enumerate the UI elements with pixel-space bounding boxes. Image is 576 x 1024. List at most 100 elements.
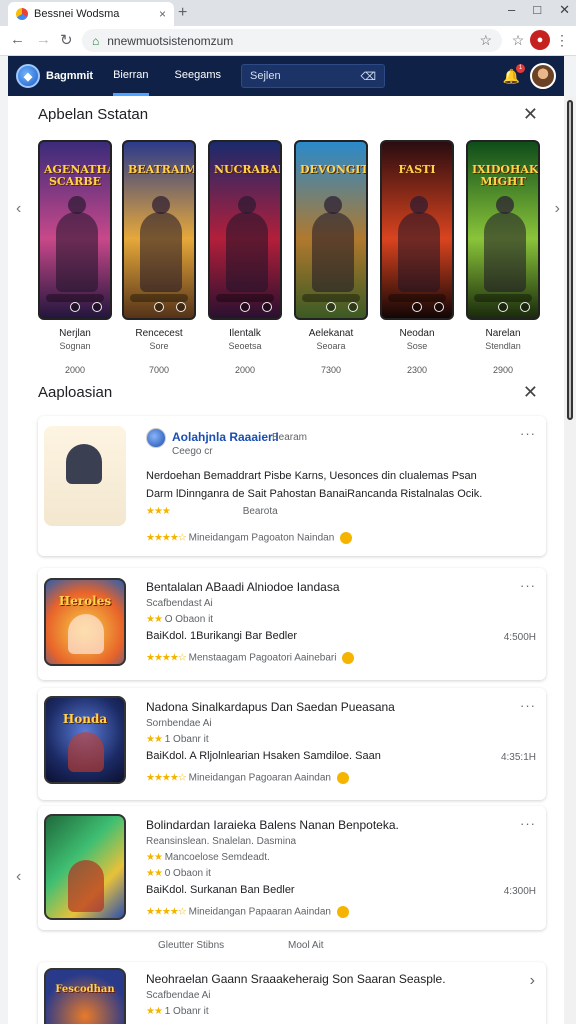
browser-window: Bessnei Wodsma × + – □ ✕ ← → ↻ ⌂ nnewmuo… [0,0,576,1024]
developer-icon [146,428,166,448]
app-thumbnail[interactable]: Heroles [44,578,126,666]
thumb-figure [68,732,104,772]
app-thumbnail[interactable]: Fescodhan [44,968,126,1024]
tab-close-icon[interactable]: × [159,7,166,21]
app-description: BaiKdol. Surkanan Ban Bedler [146,884,295,896]
list-item[interactable]: Heroles Bentalalan ABaadi Alniodoe Ianda… [38,568,546,680]
app-meta-2-text: 0 Obaon it [164,868,211,879]
app-title[interactable]: Neohraelan Gaann Sraaakeheraig Son Saara… [146,972,446,986]
home-icon[interactable]: ⌂ [92,34,99,48]
carousel-next-icon[interactable]: › [555,200,560,218]
brand-name[interactable]: Bagmmit [46,70,93,82]
app-meta-text: 1 Obanr it [164,1006,209,1017]
poster-icon [498,302,508,312]
site-logo-icon[interactable]: ◆ [16,64,40,88]
app-title[interactable]: Bolindardan Iaraieka Balens Nanan Benpot… [146,818,399,832]
chevron-right-icon[interactable]: › [530,972,536,990]
featured-close-icon[interactable]: ✕ [523,104,538,125]
list-item[interactable]: Aolahjnla Raaaier.I Bearam Ceego cr ··· … [38,416,546,556]
minimize-button[interactable]: – [508,2,515,18]
search-input[interactable]: Sejlen ⌫ [241,64,386,88]
back-icon[interactable]: ← [10,31,25,48]
like-icon[interactable] [336,906,349,918]
more-options-icon[interactable]: ··· [520,698,536,713]
app-thumbnail[interactable] [44,814,126,920]
extension-icon[interactable]: ● [530,30,550,50]
bookmark-icon[interactable]: ☆ [508,30,528,50]
thumb-title: Honda [62,712,108,726]
featured-poster[interactable]: AGENATHA SCARBE [38,140,112,320]
app-meta-text: 1 Obanr it [164,734,209,745]
scrollbar[interactable] [564,96,576,1024]
featured-card[interactable]: NUCRABAN Ilentalk Seoetsa 2000 [208,140,282,375]
footer-link-right[interactable]: Mool Ait [288,940,324,951]
poster-figure [226,196,268,292]
star-rating-icon: ★★★★☆ [146,906,187,918]
like-icon[interactable] [340,532,353,544]
poster-icon [520,302,530,312]
poster-title: BEATRAIMIN [128,163,196,176]
address-bar[interactable]: ⌂ nnewmuotsistenomzum ☆ [82,29,502,52]
app-meta: ★★ Mancoelose Semdeadt. [146,852,270,863]
notification-bell-icon[interactable]: 🔔 1 [503,63,525,85]
like-icon[interactable] [342,652,355,664]
list-item[interactable]: Honda Nadona Sinalkardapus Dan Saedan Pu… [38,688,546,800]
featured-poster[interactable]: DEVONGITNIR [294,140,368,320]
app-price: 4:500H [503,632,536,643]
carousel-prev-icon[interactable]: ‹ [16,200,21,218]
poster-bar [474,294,532,302]
list-prev-icon[interactable]: ‹ [16,868,21,886]
search-placeholder: Sejlen [250,70,281,82]
scrollbar-thumb[interactable] [567,100,573,420]
poster-icon [154,302,164,312]
url-text[interactable]: nnewmuotsistenomzum [107,34,479,48]
poster-figure [312,196,354,292]
review-text: Mineidangam Pagoaton Naindan [188,532,335,544]
user-avatar[interactable] [530,63,556,89]
footer-link-left[interactable]: Gleutter Stibns [158,940,224,951]
new-tab-button[interactable]: + [178,4,187,22]
app-title[interactable]: Aolahjnla Raaaier.I [172,430,279,444]
featured-card[interactable]: AGENATHA SCARBE Nerjlan Sognan 2000 [38,140,112,375]
like-icon[interactable] [336,772,349,784]
featured-sub: Sognan [59,341,91,351]
app-thumbnail[interactable]: Honda [44,696,126,784]
forward-icon[interactable]: → [36,31,51,48]
featured-card[interactable]: BEATRAIMIN Rencecest Sore 7000 [122,140,196,375]
maximize-button[interactable]: □ [533,2,541,18]
more-options-icon[interactable]: ··· [520,426,536,441]
bookmark-star-icon[interactable]: ☆ [479,32,492,49]
more-options-icon[interactable]: ··· [520,816,536,831]
thumb-title: Fescodhan [55,984,115,995]
featured-name: Neodan [399,328,435,339]
reload-icon[interactable]: ↻ [60,31,73,49]
nav-link-secondary[interactable]: Seegams [175,57,221,96]
window-close-button[interactable]: ✕ [559,2,570,18]
list-item[interactable]: Bolindardan Iaraieka Balens Nanan Benpot… [38,806,546,930]
rating-label: Bearota [242,506,278,517]
poster-bar [388,294,446,302]
rating-row: ★★★ Bearota [146,506,278,517]
featured-sub: Seoara [316,341,346,351]
featured-card[interactable]: IXIDOHAK MIGHT Narelan Stendlan 2900 [466,140,540,375]
list-item[interactable]: Fescodhan Neohraelan Gaann Sraaakeheraig… [38,962,546,1024]
featured-poster[interactable]: IXIDOHAK MIGHT [466,140,540,320]
featured-card[interactable]: FASTI Neodan Sose 2300 [380,140,454,375]
app-title[interactable]: Bentalalan ABaadi Alniodoe Iandasa [146,580,340,594]
poster-icon [434,302,444,312]
app-thumbnail[interactable] [44,426,126,526]
featured-count: 2000 [234,365,256,375]
poster-bar [46,294,104,302]
nav-link-primary[interactable]: Bierran [113,57,149,96]
featured-poster[interactable]: FASTI [380,140,454,320]
browser-tab[interactable]: Bessnei Wodsma × [8,2,174,26]
apps-close-icon[interactable]: ✕ [523,382,538,403]
search-clear-icon[interactable]: ⌫ [360,70,376,83]
app-title[interactable]: Nadona Sinalkardapus Dan Saedan Pueasana [146,700,395,714]
star-rating-icon: ★★★★☆ [146,532,187,544]
menu-icon[interactable]: ⋮ [552,30,572,50]
featured-card[interactable]: DEVONGITNIR Aelekanat Seoara 7300 [294,140,368,375]
more-options-icon[interactable]: ··· [520,578,536,593]
featured-poster[interactable]: BEATRAIMIN [122,140,196,320]
featured-poster[interactable]: NUCRABAN [208,140,282,320]
